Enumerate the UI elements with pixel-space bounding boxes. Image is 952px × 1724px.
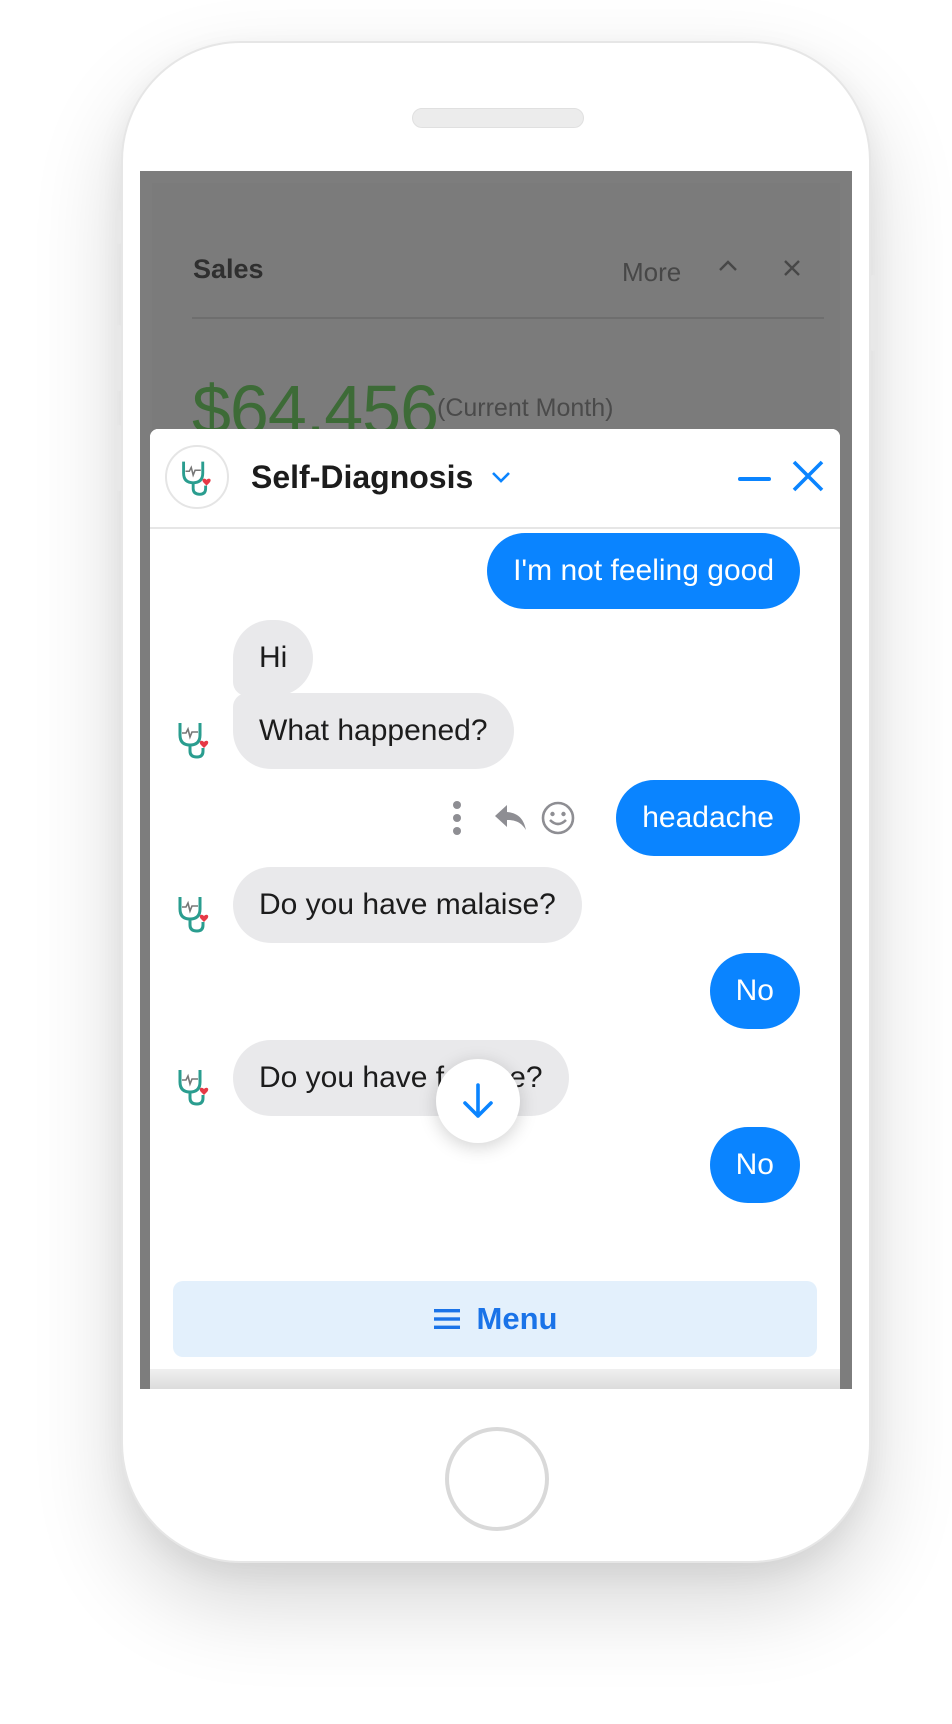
chat-widget: Self-Diagnosis I'm not feeling good Hi W…	[150, 429, 840, 1389]
more-link[interactable]: More	[622, 257, 681, 288]
user-message[interactable]: No	[709, 953, 800, 1029]
hamburger-icon	[433, 1309, 460, 1329]
close-card-icon[interactable]	[782, 253, 802, 285]
minimize-icon[interactable]	[738, 477, 771, 481]
phone-mute-switch	[117, 210, 121, 244]
user-message[interactable]: I'm not feeling good	[487, 533, 800, 609]
input-area-edge	[150, 1369, 840, 1389]
menu-label: Menu	[476, 1301, 558, 1336]
emoji-icon[interactable]	[540, 800, 576, 836]
bot-message[interactable]: What happened?	[233, 693, 514, 769]
chat-title: Self-Diagnosis	[251, 459, 474, 495]
stethoscope-heart-icon	[178, 1070, 209, 1106]
stethoscope-heart-icon	[178, 897, 209, 933]
close-icon[interactable]	[791, 459, 825, 498]
user-message[interactable]: headache	[616, 780, 800, 856]
arrow-down-icon	[463, 1083, 493, 1118]
phone-volume-up	[117, 325, 121, 391]
home-button[interactable]	[445, 1427, 549, 1531]
menu-button[interactable]: Menu	[173, 1281, 817, 1357]
chat-header: Self-Diagnosis	[150, 429, 840, 529]
reply-icon[interactable]	[493, 803, 529, 833]
phone-volume-down	[117, 425, 121, 491]
stethoscope-heart-icon	[182, 461, 211, 496]
phone-screen: Sales More $64,456 (Current Month) Self-…	[140, 171, 852, 1389]
user-message[interactable]: No	[709, 1127, 800, 1203]
sales-card-title: Sales	[193, 254, 264, 284]
collapse-icon[interactable]	[717, 253, 739, 284]
chevron-down-icon[interactable]	[490, 470, 512, 489]
bot-message[interactable]: Do you have malaise?	[233, 867, 582, 943]
bot-message[interactable]: Hi	[233, 620, 314, 696]
card-divider	[192, 317, 824, 319]
stethoscope-heart-icon	[178, 723, 209, 759]
message-actions	[450, 796, 590, 840]
bot-avatar	[165, 445, 229, 509]
phone-speaker	[412, 108, 584, 128]
sales-period: (Current Month)	[437, 394, 614, 422]
scroll-to-bottom-button[interactable]	[436, 1059, 520, 1143]
phone-power-button	[871, 275, 875, 351]
more-options-icon[interactable]	[450, 796, 464, 840]
